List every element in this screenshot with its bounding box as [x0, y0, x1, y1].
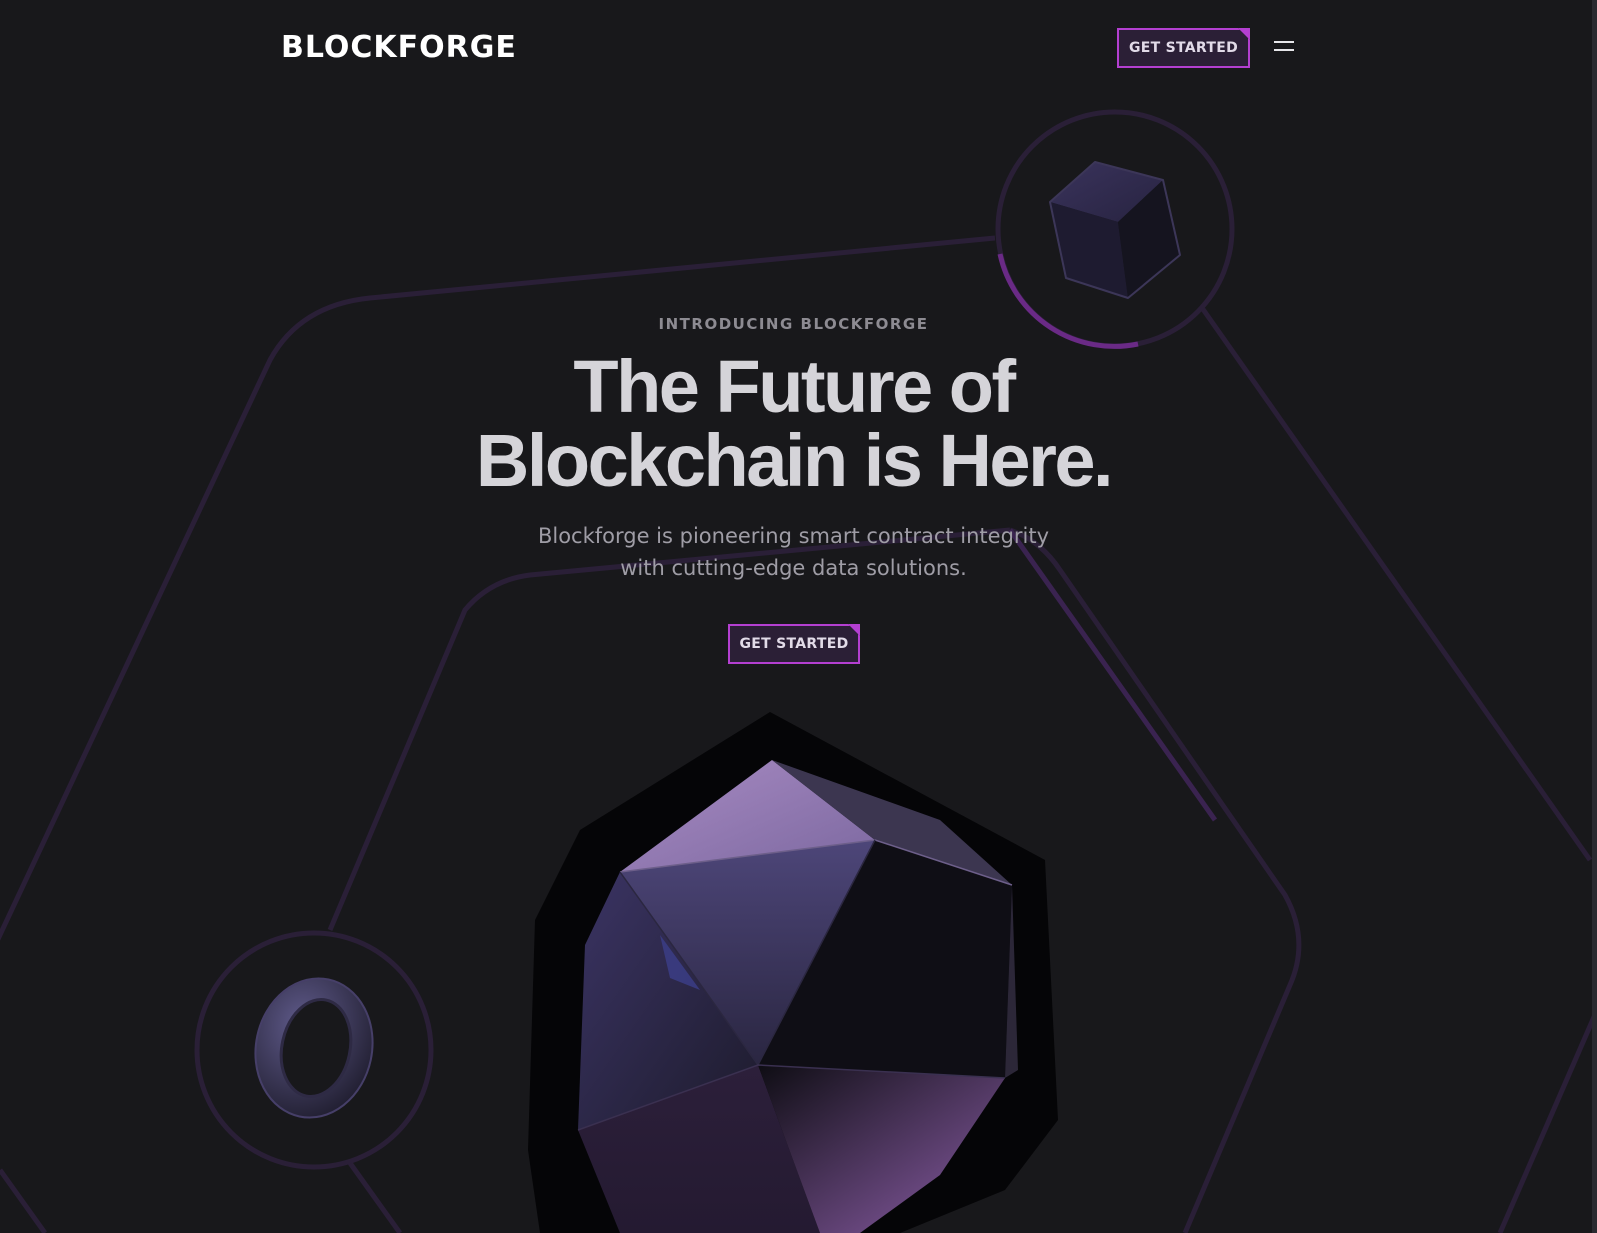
icosahedron-3d-icon [528, 712, 1058, 1233]
hero-subtitle-line-2: with cutting-edge data solutions. [620, 556, 967, 580]
hero-eyebrow: INTRODUCING BLOCKFORGE [658, 315, 929, 333]
hero-headline: The Future of Blockchain is Here. [0, 350, 1587, 498]
hamburger-menu-icon[interactable] [1274, 38, 1298, 56]
hero-subtitle: Blockforge is pioneering smart contract … [0, 520, 1587, 584]
hero-get-started-button[interactable]: GET STARTED [728, 624, 860, 664]
page-scrollbar[interactable] [1592, 0, 1597, 1233]
background-decoration [0, 109, 1597, 1233]
hero-subtitle-line-1: Blockforge is pioneering smart contract … [537, 524, 1050, 548]
brand-logo[interactable]: BLOCKFORGE [281, 30, 517, 65]
hero-headline-line-2: Blockchain is Here. [475, 419, 1114, 502]
hero-headline-line-1: The Future of [573, 345, 1016, 428]
page: BLOCKFORGE GET STARTED INTRODUCING BLOCK… [0, 0, 1597, 1233]
header-get-started-button[interactable]: GET STARTED [1117, 28, 1250, 68]
